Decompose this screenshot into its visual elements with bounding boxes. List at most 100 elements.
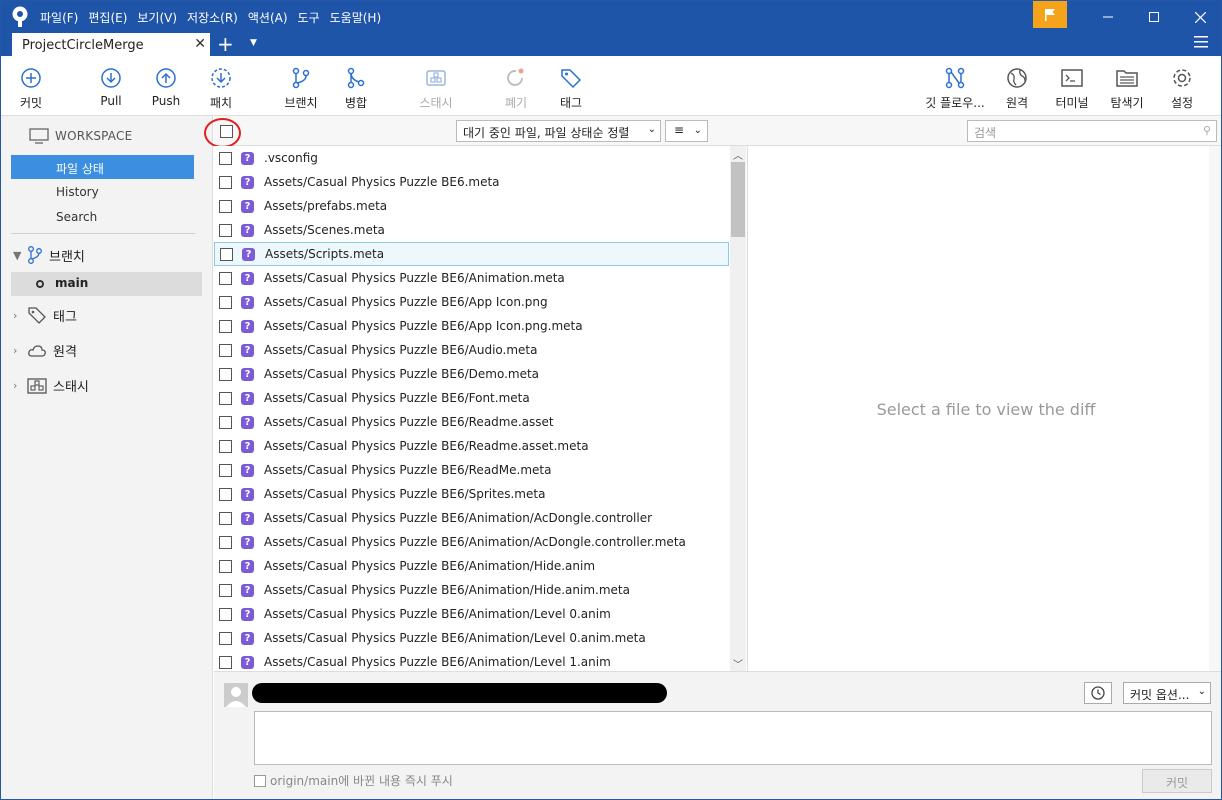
file-row[interactable]: ? Assets/Casual Physics Puzzle BE6.meta: [214, 170, 729, 194]
file-row[interactable]: ? Assets/Casual Physics Puzzle BE6/ReadMe…: [214, 458, 729, 482]
file-checkbox[interactable]: [219, 199, 232, 213]
sidebar-item-search[interactable]: Search: [11, 205, 194, 229]
search-input[interactable]: 검색 ⚲: [967, 120, 1217, 142]
file-row[interactable]: ? Assets/Casual Physics Puzzle BE6/Animat…: [214, 506, 729, 530]
menu-actions[interactable]: 액션(A): [248, 9, 288, 26]
menu-help[interactable]: 도움말(H): [330, 9, 382, 26]
file-row[interactable]: ? Assets/Casual Physics Puzzle BE6/Readme…: [214, 410, 729, 434]
file-checkbox[interactable]: [219, 295, 232, 309]
menu-file[interactable]: 파일(F): [40, 9, 78, 26]
menu-view[interactable]: 보기(V): [137, 9, 177, 26]
new-tab-button[interactable]: +: [217, 32, 234, 56]
close-window-button[interactable]: [1177, 1, 1221, 33]
branch-item-main[interactable]: main: [11, 272, 202, 296]
file-checkbox[interactable]: [219, 319, 232, 333]
pull-button[interactable]: Pull: [81, 66, 141, 108]
push-immediately-checkbox[interactable]: [254, 774, 266, 787]
file-checkbox[interactable]: [219, 223, 232, 237]
gitflow-button[interactable]: 깃 플로우...: [921, 66, 989, 111]
sidebar-section-stashes[interactable]: › 스태시: [13, 376, 89, 395]
sidebar-item-history[interactable]: History: [11, 180, 194, 204]
sidebar-section-branches[interactable]: ▼ 브랜치: [13, 245, 85, 265]
file-row[interactable]: ? Assets/Casual Physics Puzzle BE6/Animat…: [214, 266, 729, 290]
file-row[interactable]: ? Assets/prefabs.meta: [214, 194, 729, 218]
diff-scrollbar[interactable]: [1209, 146, 1221, 671]
tag-button[interactable]: 태그: [541, 66, 601, 111]
commit-message-input[interactable]: [254, 711, 1212, 765]
scrollbar-thumb[interactable]: [731, 162, 745, 237]
file-checkbox[interactable]: [219, 631, 232, 645]
file-checkbox[interactable]: [219, 175, 232, 189]
file-row[interactable]: ? Assets/Casual Physics Puzzle BE6/Readme…: [214, 434, 729, 458]
file-row[interactable]: ? Assets/Casual Physics Puzzle BE6/Animat…: [214, 578, 729, 602]
file-checkbox[interactable]: [219, 343, 232, 357]
sidebar-section-tags[interactable]: › 태그: [13, 305, 77, 325]
view-mode-dropdown[interactable]: ≡ ⌄: [665, 120, 708, 142]
minimize-button[interactable]: [1085, 1, 1131, 33]
file-name: Assets/Casual Physics Puzzle BE6/App Ico…: [264, 295, 548, 309]
file-name: Assets/Casual Physics Puzzle BE6/Animati…: [264, 583, 630, 597]
file-checkbox[interactable]: [219, 511, 232, 525]
explorer-button[interactable]: 탐색기: [1097, 66, 1157, 111]
file-row[interactable]: ? Assets/Casual Physics Puzzle BE6/Animat…: [214, 602, 729, 626]
file-checkbox[interactable]: [219, 439, 232, 453]
file-row[interactable]: ? Assets/Casual Physics Puzzle BE6/Demo.m…: [214, 362, 729, 386]
file-checkbox[interactable]: [219, 607, 232, 621]
untracked-icon: ?: [241, 319, 254, 333]
file-checkbox[interactable]: [220, 247, 233, 261]
flag-icon[interactable]: [1033, 1, 1067, 28]
file-row[interactable]: ? Assets/Casual Physics Puzzle BE6/Sprite…: [214, 482, 729, 506]
menu-edit[interactable]: 편집(E): [88, 9, 127, 26]
commit-history-button[interactable]: [1084, 682, 1112, 704]
remote-button[interactable]: 원격: [987, 66, 1047, 111]
tab-repository[interactable]: ProjectCircleMerge ✕: [12, 33, 210, 56]
hamburger-menu-icon[interactable]: [1194, 36, 1208, 48]
terminal-button[interactable]: 터미널: [1042, 66, 1102, 111]
branch-button[interactable]: 브랜치: [271, 66, 331, 111]
close-tab-icon[interactable]: ✕: [194, 36, 206, 52]
file-checkbox[interactable]: [219, 151, 232, 165]
file-row[interactable]: ? Assets/Casual Physics Puzzle BE6/Animat…: [214, 530, 729, 554]
branch-icon: [292, 67, 310, 89]
scroll-down-icon[interactable]: ﹀: [733, 656, 743, 671]
file-checkbox[interactable]: [219, 463, 232, 477]
menu-tools[interactable]: 도구: [298, 9, 320, 26]
commit-options-dropdown[interactable]: 커밋 옵션... ⌄: [1123, 682, 1211, 704]
file-checkbox[interactable]: [219, 271, 232, 285]
file-row[interactable]: ? .vsconfig: [214, 146, 729, 170]
menu-repository[interactable]: 저장소(R): [187, 9, 238, 26]
file-checkbox[interactable]: [219, 583, 232, 597]
sidebar-section-remotes[interactable]: › 원격: [13, 341, 77, 360]
scroll-up-icon[interactable]: ︿: [733, 147, 743, 162]
file-row[interactable]: ? Assets/Casual Physics Puzzle BE6/Animat…: [214, 626, 729, 650]
file-checkbox[interactable]: [219, 559, 232, 573]
file-checkbox[interactable]: [219, 367, 232, 381]
stash-button[interactable]: 스태시: [406, 66, 466, 111]
file-row[interactable]: ? Assets/Casual Physics Puzzle BE6/Font.m…: [214, 386, 729, 410]
sidebar-item-file-status[interactable]: 파일 상태: [11, 155, 194, 179]
file-row[interactable]: ? Assets/Casual Physics Puzzle BE6/Animat…: [214, 554, 729, 578]
file-checkbox[interactable]: [219, 415, 232, 429]
file-row[interactable]: ? Assets/Casual Physics Puzzle BE6/Animat…: [214, 650, 729, 671]
file-list-scrollbar[interactable]: ︿ ﹀: [730, 146, 746, 671]
discard-button[interactable]: 폐기: [486, 66, 546, 111]
file-row[interactable]: ? Assets/Casual Physics Puzzle BE6/App Ic…: [214, 314, 729, 338]
settings-button[interactable]: 설정: [1152, 66, 1212, 111]
file-row[interactable]: ? Assets/Casual Physics Puzzle BE6/Audio.…: [214, 338, 729, 362]
file-row[interactable]: ? Assets/Scenes.meta: [214, 218, 729, 242]
maximize-button[interactable]: [1131, 1, 1177, 33]
file-checkbox[interactable]: [219, 655, 232, 669]
fetch-button[interactable]: 패치: [191, 66, 251, 111]
file-row[interactable]: ? Assets/Scripts.meta: [214, 242, 729, 266]
commit-button[interactable]: 커밋: [1, 66, 61, 111]
push-immediately-option[interactable]: origin/main에 바뀐 내용 즉시 푸시: [254, 772, 453, 789]
sort-dropdown[interactable]: 대기 중인 파일, 파일 상태순 정렬 ⌄: [456, 120, 661, 142]
file-checkbox[interactable]: [219, 391, 232, 405]
file-row[interactable]: ? Assets/Casual Physics Puzzle BE6/App Ic…: [214, 290, 729, 314]
push-button[interactable]: Push: [136, 66, 196, 108]
file-checkbox[interactable]: [219, 535, 232, 549]
commit-submit-button[interactable]: 커밋: [1142, 769, 1212, 793]
file-checkbox[interactable]: [219, 487, 232, 501]
tab-list-dropdown-icon[interactable]: ▼: [250, 38, 257, 48]
merge-button[interactable]: 병합: [326, 66, 386, 111]
